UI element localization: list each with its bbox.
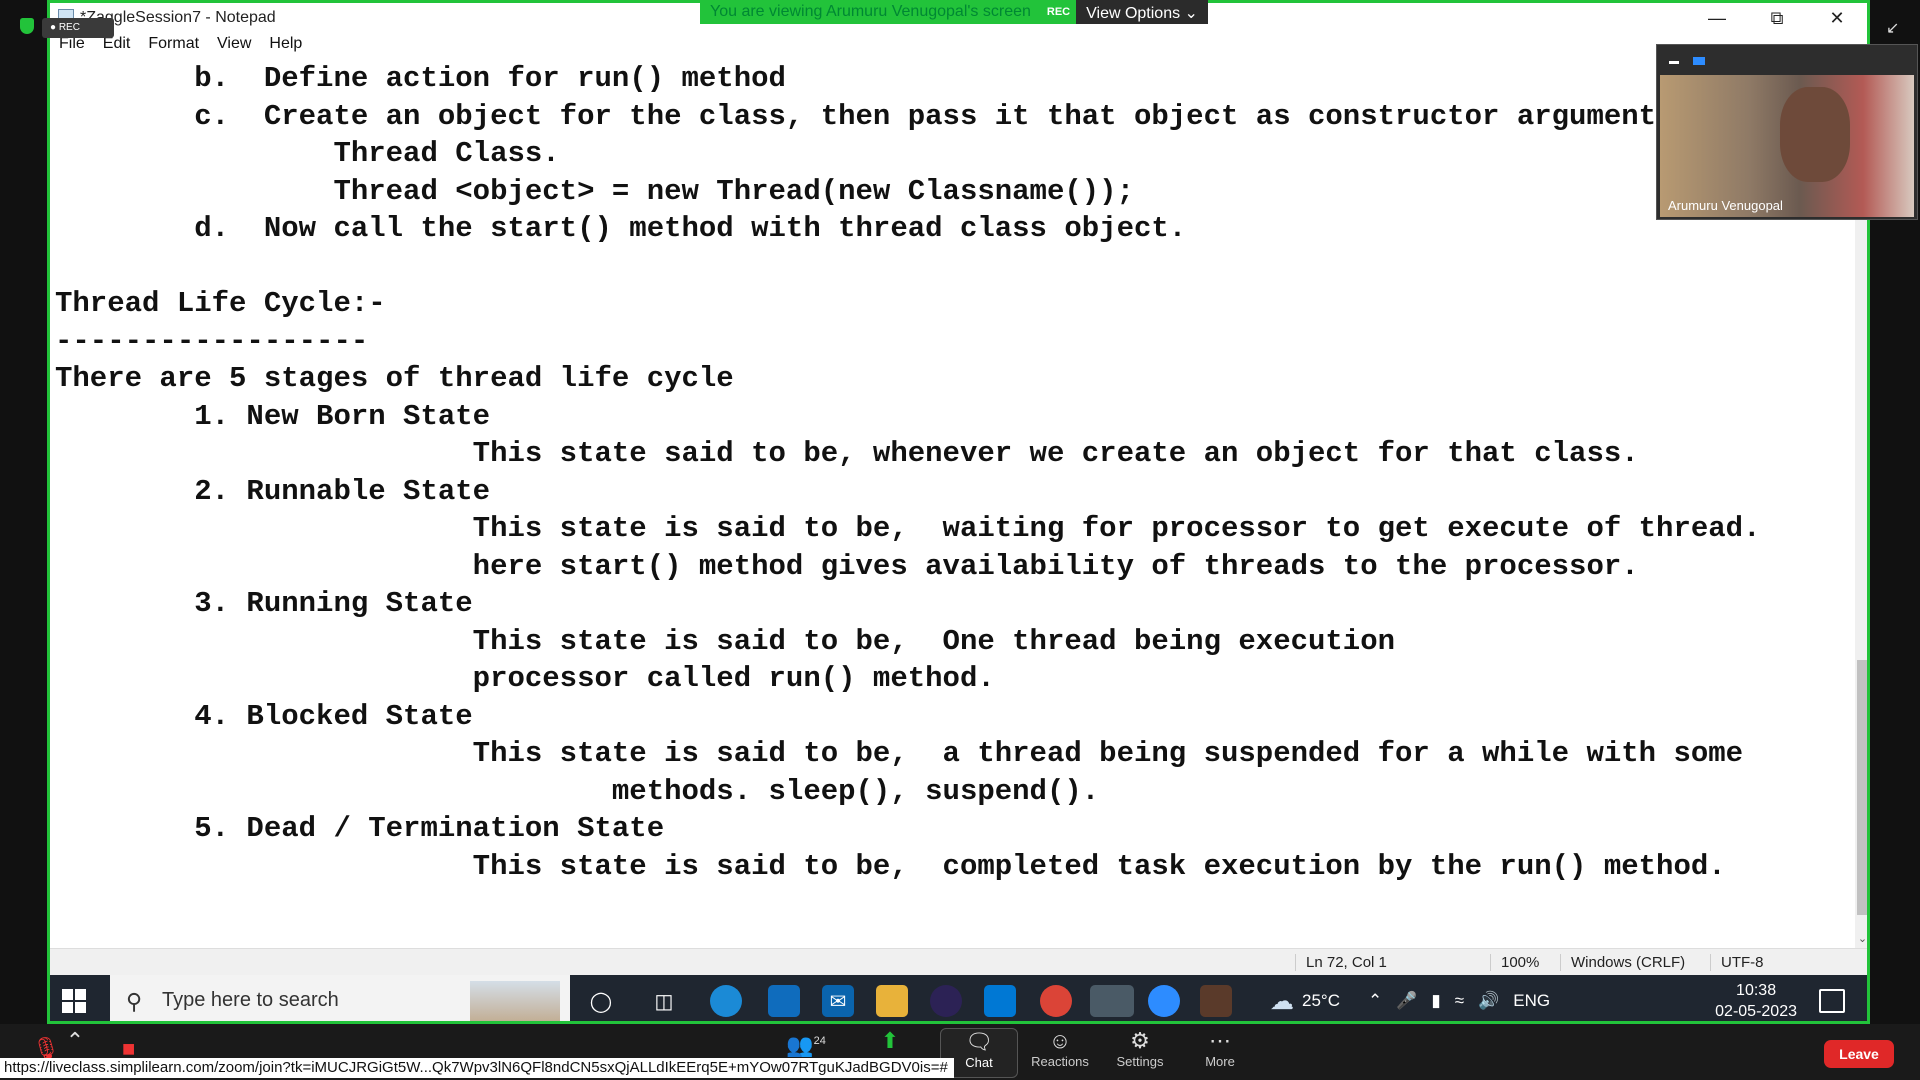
text-editor[interactable]: b. Define action for run() method c. Cre… [50,60,1855,948]
minimize-video-icon[interactable] [1669,61,1679,64]
text-line [55,248,1855,286]
left-margin [0,0,47,1024]
search-icon: ⚲ [126,989,143,1014]
text-line: 2. Runnable State [55,474,491,508]
time: 10:38 [1736,982,1777,999]
search-placeholder: Type here to search [162,989,339,1011]
menu-bar: File Edit Format View Help [50,33,1867,57]
text-line: Thread Life Cycle:- [55,287,386,320]
recording-badge: ● REC [42,18,114,38]
wifi-icon[interactable]: ≈ [1455,991,1464,1011]
edge-icon[interactable] [710,985,742,1017]
vscode-icon[interactable] [984,985,1016,1017]
store-icon[interactable] [768,985,800,1017]
participants-icon: 👥24 [786,1032,826,1058]
chrome-icon[interactable] [1040,985,1072,1017]
video-feed: Arumuru Venugopal [1660,75,1914,217]
participant-video-tile[interactable]: Arumuru Venugopal [1656,44,1918,220]
clock[interactable]: 10:38 02-05-2023 [1715,980,1797,1021]
scroll-down-icon[interactable]: ⌄ [1855,932,1867,948]
settings-button[interactable]: ⚙ Settings [1102,1028,1178,1076]
text-line: This state said to be, whenever we creat… [55,437,1639,470]
layout-icon[interactable] [1693,57,1705,65]
cursor-position: Ln 72, Col 1 [1295,954,1387,971]
notepad-taskbar-icon[interactable] [1090,985,1134,1017]
menu-format[interactable]: Format [139,33,208,57]
recording-indicator: REC [1040,0,1077,24]
minimize-icon[interactable]: — [1687,3,1747,33]
text-line: 1. New Born State [55,399,491,433]
chat-icon: 🗨 [965,1029,993,1054]
taskbar-search[interactable]: ⚲ Type here to search [110,975,570,1021]
text-line: here start() method gives availability o… [55,549,1639,583]
line-ending: Windows (CRLF) [1560,954,1685,971]
zoom-level: 100% [1490,954,1539,971]
system-tray: ⌃ 🎤 ▮ ≈ 🔊 ENG [1368,975,1550,1021]
text-line: processor called run() method. [55,662,995,695]
more-button[interactable]: ⋯ More [1182,1028,1258,1076]
windows-start-icon[interactable] [62,989,86,1013]
text-line: This state is said to be, completed task… [55,849,1726,883]
text-line: This state is said to be, One thread bei… [55,624,1396,658]
participant-face [1780,87,1850,182]
cortana-icon[interactable]: ◯ [585,985,617,1017]
file-explorer-icon[interactable] [876,985,908,1017]
encoding: UTF-8 [1710,954,1764,971]
status-bar: Ln 72, Col 1 100% Windows (CRLF) UTF-8 [50,948,1867,976]
cloud-icon: ☁ [1270,987,1294,1015]
text-line: d. Now call the start() method with thre… [55,212,1187,245]
chevron-up-icon[interactable]: ⌃ [1368,991,1382,1011]
close-icon[interactable]: ✕ [1807,3,1867,33]
text-line: ------------------ [55,324,369,358]
viewing-banner: You are viewing Arumuru Venugopal's scre… [700,0,1208,24]
view-options-button[interactable]: View Options ⌄ [1076,0,1208,24]
text-line: c. Create an object for the class, then … [55,99,1657,133]
text-line: Thread Class. [55,137,560,170]
menu-help[interactable]: Help [260,33,311,57]
weather-widget[interactable]: ☁ 25°C [1270,975,1340,1021]
mail-icon[interactable]: ✉ [822,985,854,1017]
menu-view[interactable]: View [208,33,260,57]
security-shield-icon [20,18,34,34]
date: 02-05-2023 [1715,1003,1797,1020]
leave-button[interactable]: Leave [1824,1040,1894,1068]
reactions-icon: ☺ [1048,1028,1072,1053]
search-highlight-image [470,981,560,1021]
microphone-icon[interactable]: 🎤 [1396,991,1417,1011]
video-tile-toolbar [1657,45,1917,73]
notification-icon[interactable] [1819,989,1845,1013]
share-screen-icon: ⬆ [880,1028,900,1053]
text-line: Thread <object> = new Thread(new Classna… [55,174,1134,208]
temperature: 25°C [1302,991,1340,1010]
scrollbar-thumb[interactable] [1857,660,1867,915]
restore-icon[interactable]: ⧉ [1747,3,1807,33]
text-line: This state is said to be, a thread being… [55,737,1744,770]
windows-taskbar: ⚲ Type here to search ◯ ◫ ✉ ☁ 25°C ⌃ 🎤 ▮… [50,975,1867,1021]
text-line: methods. sleep(), suspend(). [55,774,1100,808]
more-icon: ⋯ [1209,1028,1231,1053]
text-line: 3. Running State [55,587,473,620]
gear-icon: ⚙ [1130,1028,1150,1053]
app-icon[interactable] [1200,985,1232,1017]
participant-name: Arumuru Venugopal [1668,198,1783,213]
volume-icon[interactable]: 🔊 [1478,991,1499,1011]
text-line: 4. Blocked State [55,699,473,733]
text-line: 5. Dead / Termination State [55,812,665,845]
viewing-message: You are viewing Arumuru Venugopal's scre… [700,0,1041,24]
text-line: There are 5 stages of thread life cycle [55,362,734,395]
exit-fullscreen-icon[interactable]: ↙ [1886,18,1899,38]
text-line: This state is said to be, waiting for pr… [55,512,1761,545]
zoom-icon[interactable] [1148,985,1180,1017]
eclipse-icon[interactable] [930,985,962,1017]
shared-screen: *ZaggleSession7 - Notepad — ⧉ ✕ File Edi… [47,0,1870,1024]
text-line: b. Define action for run() method [55,62,786,95]
status-url: https://liveclass.simplilearn.com/zoom/j… [0,1058,954,1078]
language[interactable]: ENG [1513,991,1550,1011]
battery-icon[interactable]: ▮ [1431,991,1440,1011]
task-view-icon[interactable]: ◫ [648,985,680,1017]
reactions-button[interactable]: ☺ Reactions [1022,1028,1098,1076]
